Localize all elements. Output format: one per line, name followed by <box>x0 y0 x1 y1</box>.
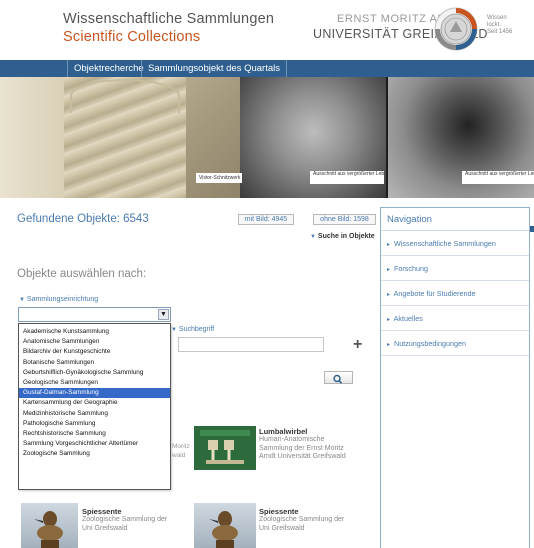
tab-objektrecherche[interactable]: Objektrecherche <box>67 60 150 77</box>
selection-heading: Objekte auswählen nach: <box>17 268 147 280</box>
site-title-de[interactable]: Wissenschaftliche Sammlungen <box>63 11 274 27</box>
navigation-sidebar: Navigation ▸ Wissenschaftliche Sammlunge… <box>380 207 530 548</box>
dropdown-option[interactable]: Pathologische Sammlung <box>19 419 170 429</box>
with-image-filter-button[interactable]: mit Bild: 4945 <box>238 214 294 225</box>
card-title[interactable]: Lumbalwirbel <box>259 427 307 436</box>
sidebar-item-label: Forschung <box>394 264 428 273</box>
page-edge-accent <box>530 226 534 232</box>
search-button[interactable] <box>324 371 353 384</box>
search-in-objects-label: Suche in Objekte <box>317 233 375 240</box>
magnifier-icon <box>333 374 343 384</box>
banner-caption: Ausschnitt aus vergrößerter Lebertiss <box>462 171 534 184</box>
dropdown-option[interactable]: Bildarchiv der Kunstgeschichte <box>19 347 170 357</box>
sidebar-item-forschung[interactable]: ▸ Forschung <box>381 256 529 281</box>
search-term-label[interactable]: ▼ Suchbegriff <box>171 326 214 333</box>
dropdown-option[interactable]: Rechtshistorische Sammlung <box>19 429 170 439</box>
sidebar-item-label: Nutzungsbedingungen <box>394 339 466 348</box>
banner-caption: Ausschnitt aus vergrößerter Lebertiss <box>310 171 384 184</box>
card-title[interactable]: Spiessente <box>82 507 122 516</box>
chevron-right-icon: ▸ <box>387 317 391 323</box>
header-banner: Vistor-Schnitzwerk Sammlung Ausschnitt a… <box>0 77 534 198</box>
card-description: Zoologische Sammlung der Uni Greifswald <box>259 516 345 532</box>
collection-filter-label-text: Sammlungseinrichtung <box>26 296 99 303</box>
collection-dropdown-list[interactable]: Akademische Kunstsammlung Anatomische Sa… <box>18 323 171 490</box>
sidebar-item-aktuelles[interactable]: ▸ Aktuelles <box>381 306 529 331</box>
banner-caption: Vistor-Schnitzwerk Sammlung <box>196 173 242 183</box>
duck-image <box>209 511 238 548</box>
seal-motto: Wissen lockt. Seit 1456 <box>487 15 513 35</box>
found-objects-count: Gefundene Objekte: 6543 <box>17 213 149 225</box>
dropdown-arrow-icon[interactable]: ▼ <box>158 309 169 320</box>
card-image-lumbalwirbel[interactable] <box>194 426 256 470</box>
dropdown-option-highlighted[interactable]: Gustaf-Dalman-Sammlung <box>19 388 170 399</box>
sidebar-item-nutzungsbedingungen[interactable]: ▸ Nutzungsbedingungen <box>381 331 529 356</box>
search-in-objects-toggle[interactable]: ▼ Suche in Objekte <box>310 233 375 240</box>
sidebar-item-label: Aktuelles <box>393 314 423 323</box>
chevron-right-icon: ▸ <box>387 342 391 348</box>
dropdown-option[interactable]: Sammlung Vorgeschichtlicher Altertümer <box>19 439 170 449</box>
site-title-en[interactable]: Scientific Collections <box>63 29 200 45</box>
dropdown-option[interactable]: Kartensammlung der Geographie <box>19 398 170 408</box>
card-image-spiessente[interactable] <box>21 503 78 548</box>
card-peek-text: Moritz wald <box>172 443 190 459</box>
sidebar-item-wissenschaftliche-sammlungen[interactable]: ▸ Wissenschaftliche Sammlungen <box>381 231 529 256</box>
dropdown-option[interactable]: Medizinhistorische Sammlung <box>19 409 170 419</box>
search-term-label-text: Suchbegriff <box>178 326 215 333</box>
sidebar-heading: Navigation <box>381 208 529 231</box>
chevron-right-icon: ▸ <box>387 267 391 273</box>
duck-image <box>34 511 63 548</box>
card-title[interactable]: Spiessente <box>259 507 299 516</box>
dropdown-option[interactable]: Botanische Sammlungen <box>19 358 170 368</box>
carving-arch <box>70 79 180 113</box>
dropdown-option[interactable]: Anatomische Sammlungen <box>19 337 170 347</box>
carving-side-panel <box>0 77 64 198</box>
triangle-down-icon: ▼ <box>19 297 25 303</box>
dropdown-option[interactable]: Akademische Kunstsammlung <box>19 327 170 337</box>
chevron-right-icon: ▸ <box>387 242 391 248</box>
without-image-filter-button[interactable]: ohne Bild: 1598 <box>313 214 376 225</box>
chevron-right-icon: ▸ <box>387 292 391 298</box>
card-image-spiessente[interactable] <box>194 503 256 548</box>
sidebar-item-angebote[interactable]: ▸ Angebote für Studierende <box>381 281 529 306</box>
collection-filter-label[interactable]: ▼ Sammlungseinrichtung <box>19 296 98 303</box>
add-criterion-icon[interactable]: + <box>353 336 362 354</box>
triangle-down-icon: ▼ <box>310 234 316 240</box>
tab-sammlungsobjekt-des-quartals[interactable]: Sammlungsobjekt des Quartals <box>141 60 288 77</box>
triangle-down-icon: ▼ <box>171 327 177 333</box>
card-description: Human-Anatomische Sammlung der Ernst Mor… <box>259 436 346 460</box>
university-seal-icon[interactable] <box>434 7 478 51</box>
card-description: Zoologische Sammlung der Uni Greifswald <box>82 516 168 532</box>
sidebar-item-label: Angebote für Studierende <box>393 289 476 298</box>
dropdown-option[interactable]: Zoologische Sammlung <box>19 449 170 459</box>
search-term-input[interactable] <box>178 337 324 352</box>
dropdown-option[interactable]: Geburtshilflich-Gynäkologische Sammlung <box>19 368 170 378</box>
collection-select[interactable]: ▼ <box>18 307 171 322</box>
vertebra-image <box>194 426 256 470</box>
site-header: Wissenschaftliche Sammlungen Scientific … <box>0 0 534 60</box>
sidebar-item-label: Wissenschaftliche Sammlungen <box>394 239 496 248</box>
dropdown-option[interactable]: Geologische Sammlungen <box>19 378 170 388</box>
main-navbar: Objektrecherche Sammlungsobjekt des Quar… <box>0 60 534 77</box>
